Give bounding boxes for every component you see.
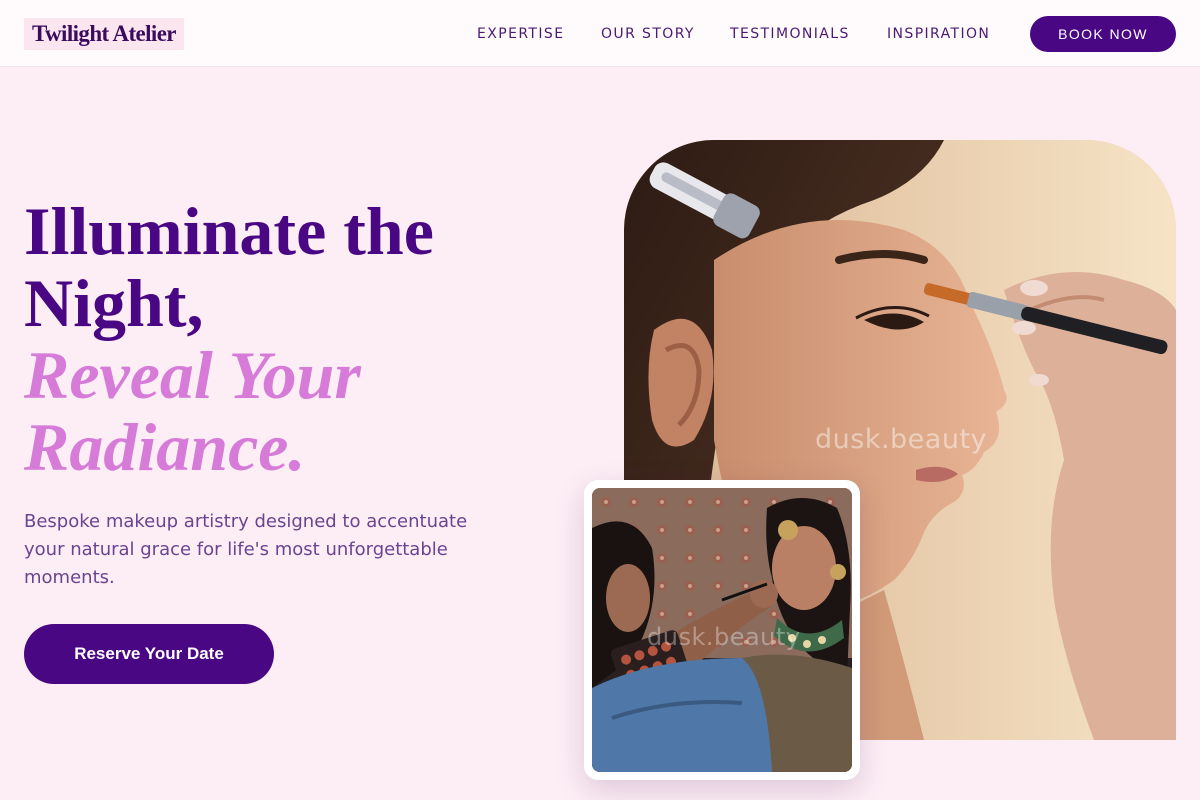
- book-now-button[interactable]: BOOK NOW: [1030, 16, 1176, 52]
- nav-link-expertise[interactable]: EXPERTISE: [477, 24, 564, 44]
- hero-subtext: Bespoke makeup artistry designed to acce…: [24, 511, 468, 588]
- main-photo-watermark: dusk.beauty: [815, 424, 988, 455]
- headline-line-1: Illuminate the: [24, 193, 434, 269]
- nav-link-our-story[interactable]: OUR STORY: [601, 24, 695, 44]
- nav-link-inspiration[interactable]: INSPIRATION: [887, 24, 990, 44]
- reserve-date-button[interactable]: Reserve Your Date: [24, 624, 274, 684]
- headline-line-2: Night,: [24, 265, 204, 341]
- headline-accent-line-1: Reveal Your: [24, 337, 361, 413]
- inset-photo: dusk.beauty: [592, 488, 852, 772]
- hero-headline: Illuminate the Night, Reveal Your Radian…: [24, 195, 544, 483]
- headline-accent-line-2: Radiance.: [24, 409, 306, 485]
- site-header: Twilight Atelier EXPERTISE OUR STORY TES…: [0, 0, 1200, 67]
- brand-logo[interactable]: Twilight Atelier: [24, 18, 184, 50]
- inset-photo-watermark: dusk.beauty: [647, 623, 801, 651]
- nav-link-testimonials[interactable]: TESTIMONIALS: [730, 24, 850, 44]
- inset-photo-card: dusk.beauty: [584, 480, 860, 780]
